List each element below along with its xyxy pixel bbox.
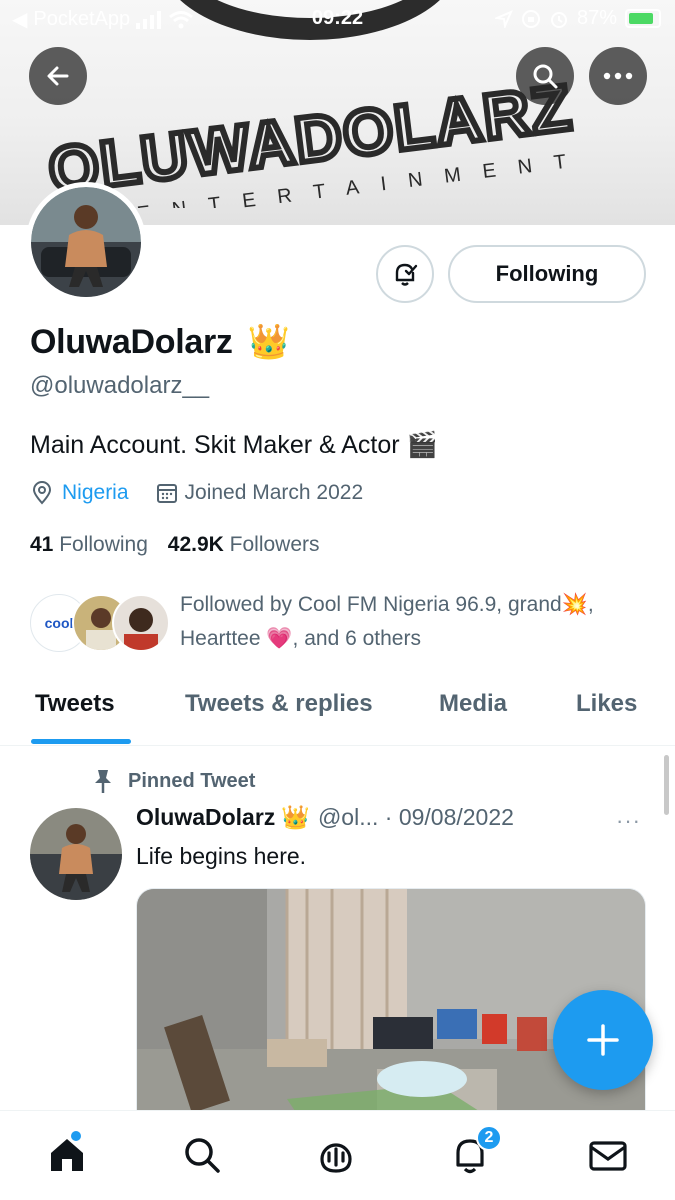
- following-button[interactable]: Following: [448, 245, 646, 303]
- compose-tweet-button[interactable]: [553, 990, 653, 1090]
- followed-by-end: , and 6 others: [292, 627, 421, 650]
- nav-search[interactable]: [178, 1131, 226, 1179]
- spaces-icon: [320, 1143, 352, 1173]
- nav-notifications[interactable]: 2: [446, 1125, 502, 1179]
- followed-by-text[interactable]: Followed by Cool FM Nigeria 96.9, grand💥…: [180, 588, 650, 656]
- search-button[interactable]: [516, 47, 574, 105]
- nav-spaces[interactable]: [312, 1131, 360, 1179]
- plus-icon: [587, 1024, 619, 1056]
- notifications-toggle-button[interactable]: [376, 245, 434, 303]
- profile-counts: 41 Following 42.9K Followers: [30, 533, 320, 557]
- tweet-more-button[interactable]: ···: [616, 808, 641, 834]
- followed-by-line1: Followed by Cool FM Nigeria 96.9, grand: [180, 593, 562, 616]
- tweet-header: OluwaDolarz 👑 @ol... · 09/08/2022: [136, 804, 514, 831]
- tab-likes[interactable]: Likes: [576, 690, 637, 718]
- bell-check-icon: [395, 263, 418, 286]
- battery-percent: 87%: [576, 7, 617, 29]
- bio-text: Main Account. Skit Maker & Actor: [30, 431, 400, 459]
- tweet-author-name[interactable]: OluwaDolarz: [136, 804, 275, 831]
- tab-media[interactable]: Media: [439, 690, 507, 718]
- followed-by-avatars[interactable]: cool: [30, 594, 170, 656]
- following-count-link[interactable]: 41 Following: [30, 533, 154, 556]
- arrow-left-icon: [47, 66, 69, 86]
- profile-avatar[interactable]: [26, 182, 146, 302]
- alarm-icon: [550, 11, 567, 28]
- heart-emoji: 💗: [266, 627, 293, 650]
- collision-emoji: 💥: [561, 593, 588, 616]
- profile-display-name: OluwaDolarz 👑: [30, 322, 290, 362]
- home-unread-dot: [71, 1131, 81, 1141]
- profile-joined-date: Joined March 2022: [184, 481, 364, 504]
- display-name-text: OluwaDolarz: [30, 323, 233, 361]
- followers-count-label: Followers: [229, 533, 320, 556]
- tweet-author-avatar[interactable]: [30, 808, 122, 900]
- crown-emoji: 👑: [247, 323, 290, 361]
- pinned-tweet-text: Pinned Tweet: [128, 769, 256, 792]
- pinned-tweet-label: Pinned Tweet: [92, 768, 255, 794]
- back-button[interactable]: [29, 47, 87, 105]
- more-horizontal-icon: [603, 72, 633, 80]
- notifications-badge: 2: [476, 1125, 502, 1151]
- more-options-button[interactable]: [589, 47, 647, 105]
- followed-by-line2: Hearttee: [180, 627, 261, 650]
- profile-bio: Main Account. Skit Maker & Actor 🎬: [30, 431, 438, 460]
- envelope-icon: [589, 1141, 627, 1171]
- search-icon: [533, 64, 558, 89]
- tab-tweets[interactable]: Tweets: [35, 690, 115, 718]
- status-bar: ◀ PocketApp 09:22 87%: [0, 0, 675, 38]
- profile-meta: Nigeria Joined March 2022: [30, 481, 363, 505]
- rotation-lock-icon: [521, 9, 540, 28]
- follower-avatar-3: [112, 594, 170, 652]
- profile-avatar-image: [31, 187, 141, 297]
- followers-count-link[interactable]: 42.9K Followers: [168, 533, 320, 556]
- location-arrow-icon: [494, 9, 513, 28]
- followed-by-comma: ,: [587, 593, 594, 616]
- location-pin-icon: [32, 481, 52, 505]
- bottom-navigation: 2: [0, 1110, 675, 1200]
- active-tab-indicator: [31, 739, 131, 744]
- home-icon: [51, 1139, 83, 1171]
- tweet-text: Life begins here.: [136, 843, 307, 869]
- profile-tabs: Tweets Tweets & replies Media Likes: [0, 680, 675, 746]
- battery-icon: [625, 9, 661, 28]
- calendar-icon: [156, 484, 177, 503]
- tab-tweets-replies[interactable]: Tweets & replies: [185, 690, 373, 718]
- banner-logo: OLUWADOLARZ ENTERTAINMENT: [42, 78, 589, 208]
- following-count-label: Following: [59, 533, 148, 556]
- cool-fm-logo: cool: [44, 615, 74, 631]
- tweet-handle-date: @ol... · 09/08/2022: [317, 804, 514, 830]
- clapper-emoji: 🎬: [406, 431, 438, 459]
- pin-icon: [95, 770, 111, 793]
- search-icon: [185, 1138, 220, 1173]
- following-count: 41: [30, 533, 54, 556]
- tweet-crown-emoji: 👑: [281, 804, 310, 830]
- profile-handle: @oluwadolarz__: [30, 372, 210, 399]
- nav-messages[interactable]: [584, 1131, 632, 1179]
- followers-count: 42.9K: [167, 533, 224, 556]
- tweet-avatar-image: [30, 808, 122, 900]
- profile-location[interactable]: Nigeria: [62, 481, 129, 505]
- scroll-indicator[interactable]: [664, 755, 669, 815]
- nav-home[interactable]: [43, 1131, 91, 1179]
